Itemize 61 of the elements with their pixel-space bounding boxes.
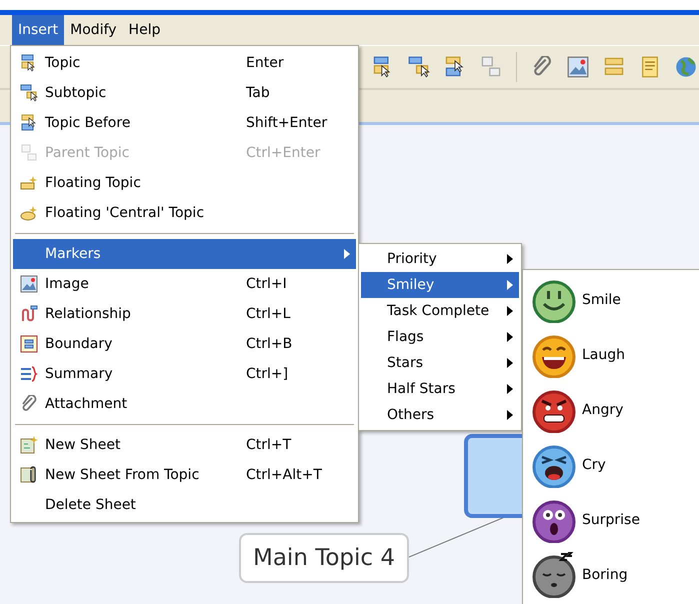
- menu-item[interactable]: Floating 'Central' Topic: [13, 198, 356, 228]
- sleeping-face-icon: [531, 552, 577, 598]
- menu-item[interactable]: Boring: [525, 547, 699, 602]
- parent-topic-icon[interactable]: [480, 56, 502, 78]
- submenu-arrow-icon: [507, 306, 513, 316]
- submenu-arrow-icon: [507, 280, 513, 290]
- boundary-icon: [20, 335, 38, 353]
- menu-item[interactable]: Boundary Ctrl+B: [13, 329, 356, 359]
- menu-item[interactable]: New Sheet From Topic Ctrl+Alt+T: [13, 460, 356, 490]
- summary-icon: [20, 365, 38, 383]
- menu-item[interactable]: New Sheet Ctrl+T: [13, 430, 356, 460]
- submenu-arrow-icon: [507, 254, 513, 264]
- floating-topic-icon: [20, 204, 38, 222]
- topic-icon: [20, 54, 38, 72]
- submenu-arrow-icon: [344, 249, 350, 259]
- submenu-arrow-icon: [507, 332, 513, 342]
- menu-item[interactable]: Image Ctrl+I: [13, 269, 356, 299]
- menu-item[interactable]: Laugh: [525, 327, 699, 382]
- submenu-arrow-icon: [507, 410, 513, 420]
- menu-item[interactable]: Surprise: [525, 492, 699, 547]
- menu-item[interactable]: Markers: [13, 239, 356, 269]
- menu-item[interactable]: Angry: [525, 382, 699, 437]
- topic-before-icon: [20, 114, 38, 132]
- menu-item[interactable]: Relationship Ctrl+L: [13, 299, 356, 329]
- menu-item[interactable]: Topic Before Shift+Enter: [13, 108, 356, 138]
- menu-item[interactable]: Priority: [361, 246, 519, 272]
- new-sheet-icon: [20, 436, 38, 454]
- menu-item[interactable]: Half Stars: [361, 376, 519, 402]
- note-icon[interactable]: [639, 56, 661, 78]
- menu-item[interactable]: Flags: [361, 324, 519, 350]
- submenu-arrow-icon: [507, 384, 513, 394]
- menu-item[interactable]: Smiley: [361, 272, 519, 298]
- paperclip-icon: [20, 395, 38, 413]
- menu-title[interactable]: Modify: [64, 15, 123, 45]
- menu-item[interactable]: Cry: [525, 437, 699, 492]
- subtopic-icon: [20, 84, 38, 102]
- globe-icon[interactable]: [675, 56, 697, 78]
- stacked-boxes-icon[interactable]: [603, 56, 625, 78]
- topic-node[interactable]: Main Topic 4: [239, 533, 409, 583]
- paperclip-icon[interactable]: [531, 56, 553, 78]
- menu-item[interactable]: Floating Topic: [13, 168, 356, 198]
- menu-title[interactable]: Help: [122, 15, 166, 45]
- submenu-arrow-icon: [507, 358, 513, 368]
- image-icon: [20, 275, 38, 293]
- menu-item[interactable]: Subtopic Tab: [13, 78, 356, 108]
- menu-item[interactable]: Stars: [361, 350, 519, 376]
- central-topic[interactable]: [464, 434, 522, 518]
- parent-topic-icon: [20, 144, 38, 162]
- menu-item[interactable]: Summary Ctrl+]: [13, 359, 356, 389]
- relationship-icon: [20, 305, 38, 323]
- menu-title[interactable]: Insert: [12, 15, 64, 45]
- topic-before-icon[interactable]: [444, 56, 466, 78]
- image-icon[interactable]: [567, 56, 589, 78]
- menu-item[interactable]: Delete Sheet: [13, 490, 356, 520]
- menu-item[interactable]: Attachment: [13, 389, 356, 419]
- floating-topic-icon: [20, 174, 38, 192]
- new-sheet-icon: [20, 466, 38, 484]
- menu-item[interactable]: Task Complete: [361, 298, 519, 324]
- menu-item[interactable]: Smile: [525, 272, 699, 327]
- menu-item[interactable]: Others: [361, 402, 519, 428]
- subtopic-icon[interactable]: [408, 56, 430, 78]
